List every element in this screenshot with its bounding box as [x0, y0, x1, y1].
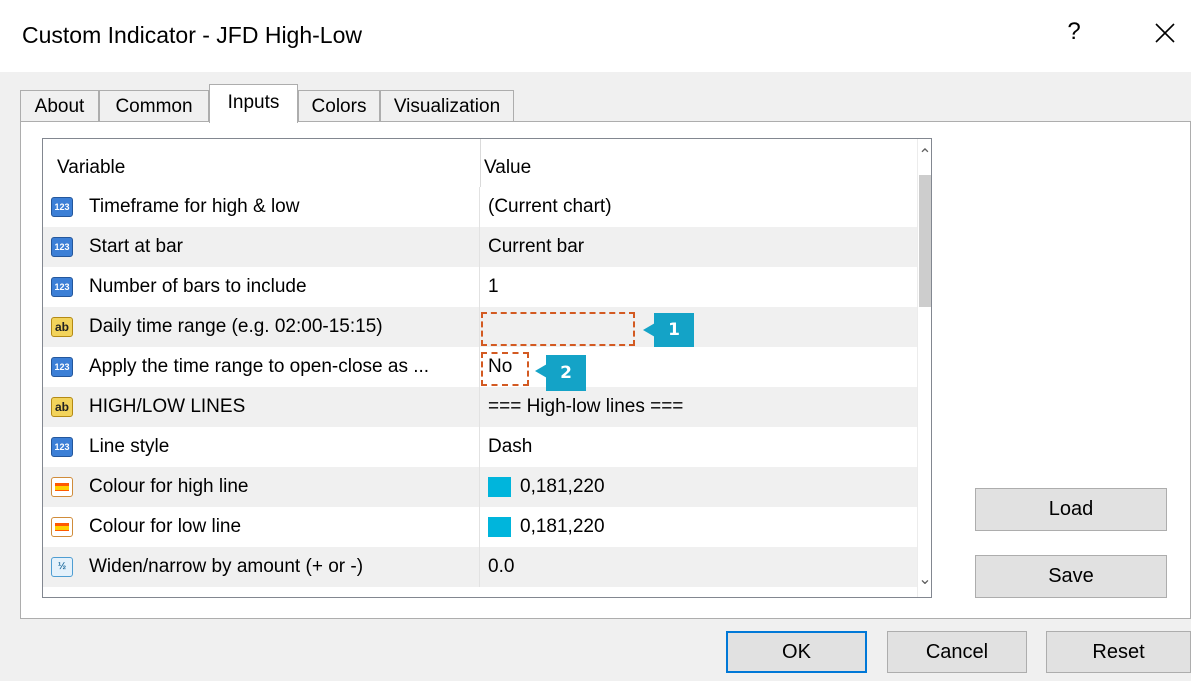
value-text: 0,181,220: [520, 476, 605, 497]
integer-icon: 123: [51, 437, 73, 457]
table-row[interactable]: 123 Start at bar Current bar: [43, 227, 917, 267]
color-swatch: [488, 477, 511, 497]
scroll-up-icon[interactable]: ⌃: [918, 139, 931, 173]
value-cell[interactable]: 1: [480, 267, 917, 307]
table-row[interactable]: ab HIGH/LOW LINES === High-low lines ===: [43, 387, 917, 427]
reset-button[interactable]: Reset: [1046, 631, 1191, 673]
cancel-button[interactable]: Cancel: [887, 631, 1027, 673]
double-icon: ½: [51, 557, 73, 577]
variable-name: Widen/narrow by amount (+ or -): [89, 556, 364, 577]
callout-highlight-apply-range: [481, 352, 529, 386]
close-icon: [1155, 23, 1175, 43]
close-button[interactable]: [1148, 16, 1182, 50]
value-text: 1: [488, 276, 499, 297]
value-cell[interactable]: 0,181,220: [480, 507, 917, 547]
save-button[interactable]: Save: [975, 555, 1167, 598]
string-icon: ab: [51, 317, 73, 337]
color-icon: [51, 477, 73, 497]
variable-name: Colour for low line: [89, 516, 242, 537]
callout-highlight-time-range: [481, 312, 635, 346]
variable-name: Apply the time range to open-close as ..…: [89, 356, 430, 377]
table-row[interactable]: Colour for high line 0,181,220: [43, 467, 917, 507]
value-text: 0.0: [488, 556, 515, 577]
integer-icon: 123: [51, 197, 73, 217]
help-button[interactable]: ?: [1062, 18, 1086, 52]
column-header-value[interactable]: Value: [484, 157, 531, 179]
value-text: Current bar: [488, 236, 585, 257]
color-swatch: [488, 517, 511, 537]
column-header-variable[interactable]: Variable: [57, 157, 125, 179]
table-row[interactable]: 123 Line style Dash: [43, 427, 917, 467]
table-row[interactable]: 123 Number of bars to include 1: [43, 267, 917, 307]
tab-about[interactable]: About: [20, 90, 99, 122]
table-row[interactable]: 123 Timeframe for high & low (Current ch…: [43, 187, 917, 227]
value-cell[interactable]: Dash: [480, 427, 917, 467]
string-icon: ab: [51, 397, 73, 417]
scroll-down-icon[interactable]: ⌄: [918, 563, 931, 597]
scroll-thumb[interactable]: [919, 175, 931, 307]
column-divider[interactable]: [480, 139, 481, 187]
value-cell[interactable]: 0,181,220: [480, 467, 917, 507]
variable-name: Line style: [89, 436, 170, 457]
tab-colors[interactable]: Colors: [298, 90, 380, 122]
integer-icon: 123: [51, 277, 73, 297]
table-row[interactable]: ½ Widen/narrow by amount (+ or -) 0.0: [43, 547, 917, 587]
callout-badge-1: 1: [654, 313, 694, 347]
grid-header: Variable Value: [43, 139, 917, 187]
tab-common[interactable]: Common: [99, 90, 209, 122]
variable-name: Colour for high line: [89, 476, 249, 497]
value-text: 0,181,220: [520, 516, 605, 537]
dialog-title: Custom Indicator - JFD High-Low: [22, 22, 362, 48]
integer-icon: 123: [51, 357, 73, 377]
variable-name: Timeframe for high & low: [89, 196, 300, 217]
table-row[interactable]: ab Daily time range (e.g. 02:00-15:15): [43, 307, 917, 347]
vertical-scrollbar[interactable]: ⌃ ⌄: [917, 139, 931, 597]
value-text: === High-low lines ===: [488, 396, 684, 417]
table-row[interactable]: Colour for low line 0,181,220: [43, 507, 917, 547]
table-row[interactable]: 123 Apply the time range to open-close a…: [43, 347, 917, 387]
variable-name: Start at bar: [89, 236, 183, 257]
title-bar: Custom Indicator - JFD High-Low ?: [0, 0, 1191, 72]
variable-name: Number of bars to include: [89, 276, 307, 297]
value-cell[interactable]: Current bar: [480, 227, 917, 267]
ok-button[interactable]: OK: [726, 631, 867, 673]
callout-badge-2: 2: [546, 355, 586, 391]
load-button[interactable]: Load: [975, 488, 1167, 531]
indicator-dialog: Custom Indicator - JFD High-Low ? About …: [0, 0, 1191, 681]
value-cell[interactable]: (Current chart): [480, 187, 917, 227]
variable-name: HIGH/LOW LINES: [89, 396, 246, 417]
color-icon: [51, 517, 73, 537]
value-cell[interactable]: === High-low lines ===: [480, 387, 917, 427]
integer-icon: 123: [51, 237, 73, 257]
value-text: (Current chart): [488, 196, 612, 217]
value-text: Dash: [488, 436, 533, 457]
tab-visualization[interactable]: Visualization: [380, 90, 514, 122]
tab-inputs[interactable]: Inputs: [209, 84, 298, 123]
variable-name: Daily time range (e.g. 02:00-15:15): [89, 316, 383, 337]
value-cell[interactable]: 0.0: [480, 547, 917, 587]
